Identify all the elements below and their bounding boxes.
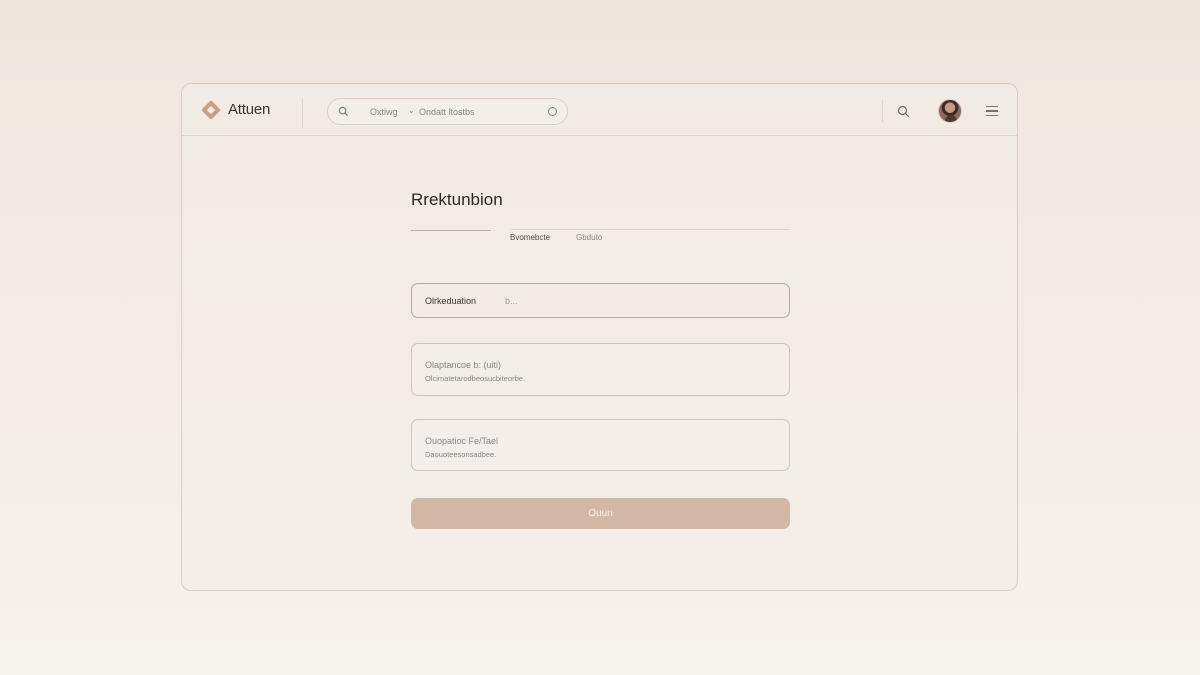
tab-1[interactable]: Bvomebcte bbox=[510, 233, 550, 242]
hamburger-menu-icon[interactable] bbox=[986, 106, 998, 117]
input-field-1[interactable]: Olrkeduation b... bbox=[411, 283, 790, 318]
field-3-hint: Daouoteesonsadbee. bbox=[425, 450, 497, 459]
page-title: Rrektunbion bbox=[411, 190, 503, 209]
app-window: Attuen Oxtiwg ⌄ Ondatt ltostbs Rrektunbi… bbox=[181, 83, 1018, 591]
header-divider-right bbox=[882, 100, 883, 122]
top-header: Attuen Oxtiwg ⌄ Ondatt ltostbs bbox=[182, 84, 1017, 136]
search-input[interactable]: Ondatt ltostbs bbox=[419, 107, 475, 117]
tab-underline bbox=[411, 230, 491, 231]
field-2-label: Olaptancoe b: (uiti) bbox=[425, 360, 502, 370]
field-1-value[interactable]: b... bbox=[505, 296, 518, 306]
search-icon[interactable] bbox=[897, 105, 910, 118]
field-1-label: Olrkeduation bbox=[425, 296, 477, 306]
diamond-logo-icon bbox=[201, 99, 221, 120]
tab-divider bbox=[511, 229, 789, 230]
circle-icon[interactable] bbox=[548, 107, 557, 116]
field-3-label: Ouopatioc Fe/Tael bbox=[425, 436, 499, 446]
field-2-hint: Olcimatetarodbeosucbiteorbe. bbox=[425, 374, 526, 383]
header-divider bbox=[302, 98, 303, 128]
search-scope[interactable]: Oxtiwg bbox=[370, 107, 398, 117]
search-icon bbox=[338, 106, 349, 117]
chevron-down-icon[interactable]: ⌄ bbox=[408, 106, 415, 115]
app-name: Attuen bbox=[228, 101, 271, 118]
input-field-2[interactable]: Olaptancoe b: (uiti) Olcimatetarodbeosuc… bbox=[411, 343, 790, 396]
input-field-3[interactable]: Ouopatioc Fe/Tael Daouoteesonsadbee. bbox=[411, 419, 790, 471]
tab-bar: Bvomebcte Gbduto bbox=[411, 228, 789, 248]
tab-2[interactable]: Gbduto bbox=[576, 233, 602, 242]
submit-button[interactable]: Ouun bbox=[411, 498, 790, 529]
search-bar[interactable]: Oxtiwg ⌄ Ondatt ltostbs bbox=[327, 98, 568, 125]
logo[interactable]: Attuen bbox=[201, 99, 271, 120]
avatar[interactable] bbox=[938, 99, 962, 123]
